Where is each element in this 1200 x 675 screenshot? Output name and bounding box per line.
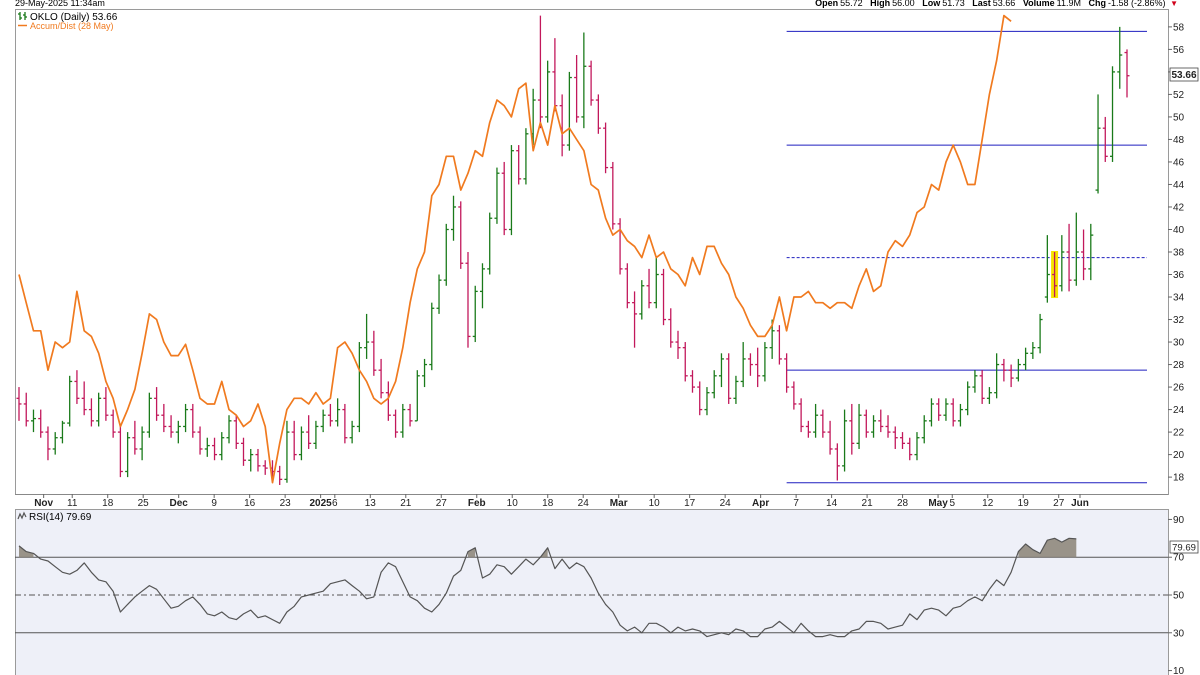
date-tick-label: 6 xyxy=(332,498,338,509)
price-axis: 5856545250484644424038363432302826242220… xyxy=(1168,22,1185,484)
date-tick-label: Apr xyxy=(752,498,769,509)
date-tick-label: Dec xyxy=(170,498,189,509)
date-tick-label: 18 xyxy=(542,498,554,509)
date-tick-label: 21 xyxy=(400,498,412,509)
price-tick-label: 22 xyxy=(1173,428,1185,439)
price-tick-label: 36 xyxy=(1173,270,1185,281)
price-tick-label: 46 xyxy=(1173,157,1185,168)
price-tick-label: 40 xyxy=(1173,225,1185,236)
price-tick-label: 32 xyxy=(1173,315,1185,326)
rsi-tick-label: 10 xyxy=(1173,666,1185,675)
date-tick-label: 27 xyxy=(1053,498,1065,509)
date-tick-label: 12 xyxy=(982,498,994,509)
date-tick-label: 10 xyxy=(649,498,661,509)
rsi-value-badge-text: 79.69 xyxy=(1172,543,1196,554)
rsi-legend-label: RSI(14) 79.69 xyxy=(29,512,92,523)
price-tick-label: 38 xyxy=(1173,248,1185,259)
price-legend: OKLO (Daily) 53.66 Accum/Dist (28 May) xyxy=(18,12,118,31)
price-tick-label: 34 xyxy=(1173,293,1185,304)
date-tick-label: 11 xyxy=(67,498,78,509)
price-tick-label: 56 xyxy=(1173,45,1185,56)
rsi-tick-label: 70 xyxy=(1173,553,1185,564)
date-tick-label: 2025 xyxy=(309,498,332,509)
date-tick-label: 14 xyxy=(826,498,838,509)
price-tick-label: 30 xyxy=(1173,338,1185,349)
rsi-panel xyxy=(15,509,1169,675)
price-tick-label: 58 xyxy=(1173,22,1185,33)
price-tick-label: 24 xyxy=(1173,405,1185,416)
date-tick-label: Nov xyxy=(34,498,53,509)
last-price-badge-text: 53.66 xyxy=(1171,70,1196,81)
date-tick-label: 19 xyxy=(1018,498,1030,509)
date-tick-label: May xyxy=(928,498,948,509)
date-tick-label: 25 xyxy=(138,498,150,509)
date-axis: Nov 11 18 25 Dec 9 16 23 2025 6 13 21 27 Feb 10 18 24 Mar… xyxy=(15,494,1168,509)
date-tick-label: 18 xyxy=(102,498,114,509)
ad-legend-label: Accum/Dist (28 May) xyxy=(30,21,114,31)
date-tick-label: 5 xyxy=(949,498,955,509)
rsi-axis: 90 70 50 30 10 xyxy=(1168,515,1185,675)
price-tick-label: 50 xyxy=(1173,112,1185,123)
price-panel xyxy=(15,9,1169,495)
date-tick-label: 10 xyxy=(507,498,519,509)
price-tick-label: 42 xyxy=(1173,202,1185,213)
date-tick-label: 23 xyxy=(280,498,292,509)
date-tick-label: Feb xyxy=(468,498,486,509)
date-tick-label: 24 xyxy=(720,498,732,509)
price-tick-label: 48 xyxy=(1173,135,1185,146)
rsi-tick-label: 90 xyxy=(1173,515,1185,526)
date-tick-label: 13 xyxy=(365,498,377,509)
date-tick-label: 17 xyxy=(684,498,696,509)
rsi-tick-label: 30 xyxy=(1173,628,1185,639)
date-tick-label: 7 xyxy=(793,498,799,509)
date-tick-label: 24 xyxy=(578,498,590,509)
rsi-legend: RSI(14) 79.69 xyxy=(17,511,92,523)
price-tick-label: 18 xyxy=(1173,473,1185,484)
date-tick-label: Jun xyxy=(1071,498,1089,509)
price-tick-label: 28 xyxy=(1173,360,1185,371)
date-tick-label: 16 xyxy=(244,498,256,509)
date-tick-label: Mar xyxy=(610,498,628,509)
price-tick-label: 44 xyxy=(1173,180,1185,191)
date-tick-label: 21 xyxy=(862,498,874,509)
date-tick-label: 9 xyxy=(211,498,217,509)
date-tick-label: 28 xyxy=(897,498,909,509)
date-tick-label: 27 xyxy=(436,498,448,509)
stock-chart: 5856545250484644424038363432302826242220… xyxy=(15,9,1199,675)
price-tick-label: 20 xyxy=(1173,450,1185,461)
price-tick-label: 26 xyxy=(1173,383,1185,394)
price-tick-label: 52 xyxy=(1173,90,1185,101)
rsi-tick-label: 50 xyxy=(1173,591,1185,602)
